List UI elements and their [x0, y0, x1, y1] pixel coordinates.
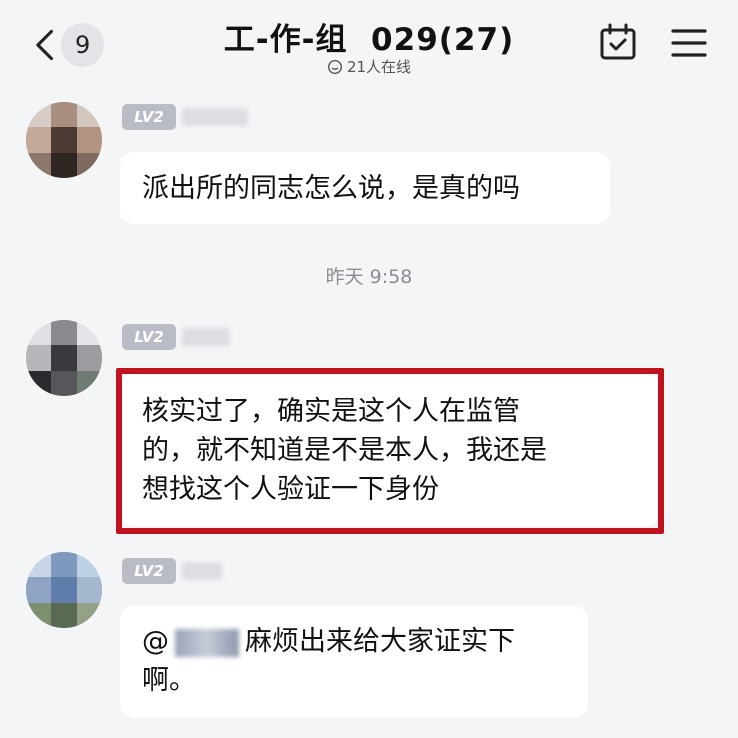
- timestamp: 昨天 9:58: [325, 266, 413, 288]
- message-bubble[interactable]: @ 麻烦出来给大家证实下 啊。: [120, 606, 588, 718]
- message-text-line: @ 麻烦出来给大家证实下: [142, 622, 566, 661]
- avatar[interactable]: [26, 320, 102, 396]
- mentioned-user-blurred[interactable]: [175, 628, 239, 657]
- avatar-pixelated-image: [26, 102, 102, 178]
- avatar-pixelated-image: [26, 320, 102, 396]
- message-text-line: 啊。: [142, 665, 196, 696]
- message-text: 派出所的同志怎么说，是真的吗: [142, 172, 520, 204]
- highlight-box: [116, 368, 664, 534]
- menu-icon[interactable]: [670, 26, 708, 60]
- sender-name-blurred: [182, 328, 230, 346]
- message-text: 麻烦出来给大家证实下: [245, 626, 515, 657]
- calendar-check-icon[interactable]: [598, 22, 638, 62]
- sender-name-blurred: [182, 562, 222, 580]
- message-bubble[interactable]: 派出所的同志怎么说，是真的吗: [120, 152, 610, 224]
- level-badge: LV2: [122, 104, 176, 130]
- level-badge: LV2: [122, 558, 176, 584]
- avatar[interactable]: [26, 102, 102, 178]
- online-count-text: 21人在线: [346, 58, 412, 76]
- sender-name-blurred: [182, 108, 248, 126]
- avatar[interactable]: [26, 552, 102, 628]
- chat-header: 9 工-作-组 029(27) 21人在线: [0, 0, 738, 86]
- mention-symbol: @: [142, 626, 169, 657]
- clock-icon: [327, 59, 342, 74]
- level-badge: LV2: [122, 324, 176, 350]
- avatar-pixelated-image: [26, 552, 102, 628]
